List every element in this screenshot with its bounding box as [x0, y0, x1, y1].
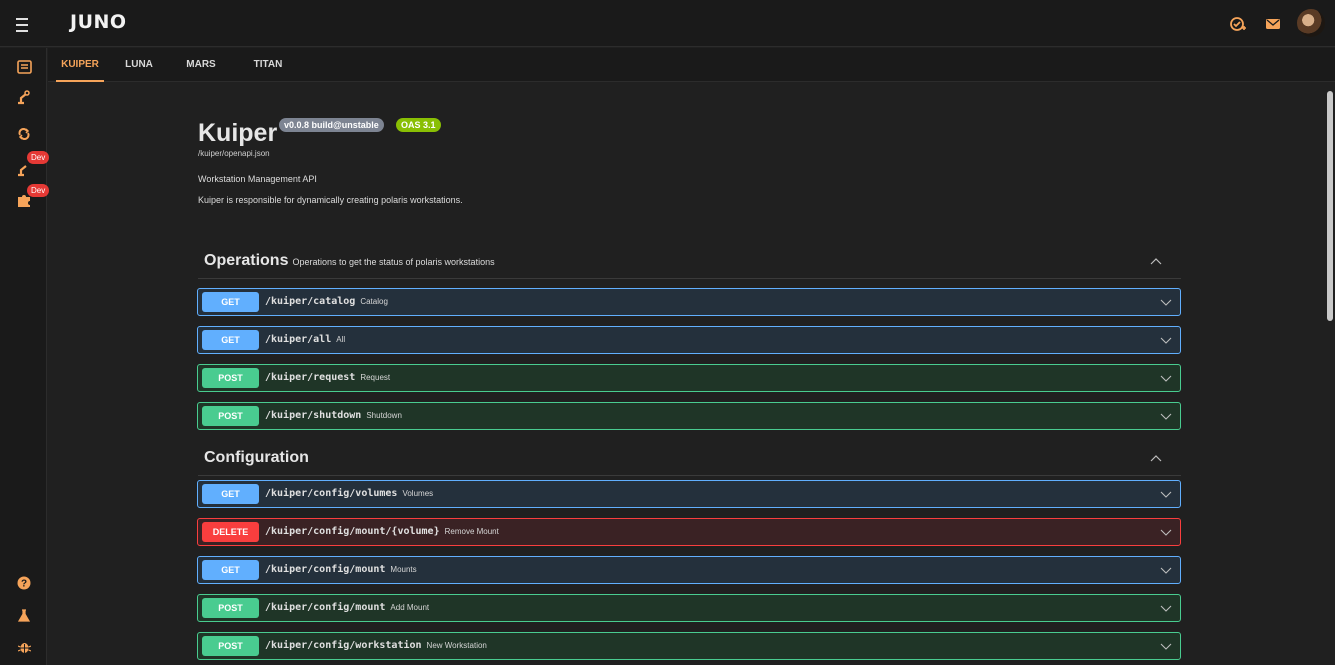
- robot-arm-icon[interactable]: [13, 86, 35, 108]
- user-avatar[interactable]: [1297, 9, 1325, 37]
- operation-path: /kuiper/catalog: [265, 296, 356, 307]
- tab-titan[interactable]: TITAN: [246, 48, 290, 82]
- operation-summary: Catalog: [360, 297, 388, 306]
- method-badge: GET: [202, 484, 259, 504]
- operation-path: /kuiper/request: [265, 372, 356, 383]
- scrollbar-thumb[interactable]: [1327, 91, 1333, 321]
- service-tabs: KUIPER LUNA MARS TITAN: [48, 48, 1335, 82]
- operation-path: /kuiper/config/workstation: [265, 640, 422, 651]
- operation-row[interactable]: GET /kuiper/catalog Catalog: [197, 288, 1181, 316]
- bug-icon[interactable]: [13, 636, 35, 658]
- method-badge: POST: [202, 368, 259, 388]
- list-icon[interactable]: [13, 56, 35, 78]
- operation-path: /kuiper/shutdown: [265, 410, 362, 421]
- chevron-down-icon[interactable]: [1160, 410, 1172, 422]
- operation-summary: Mounts: [390, 565, 417, 574]
- section-operations[interactable]: Operations Operations to get the status o…: [198, 245, 1181, 279]
- operation-summary: Add Mount: [390, 603, 430, 612]
- operation-summary: All: [336, 335, 346, 344]
- method-badge: POST: [202, 406, 259, 426]
- section-title: Operations: [204, 252, 289, 269]
- operation-path: /kuiper/all: [265, 334, 332, 345]
- chevron-up-icon[interactable]: [1149, 255, 1163, 269]
- operation-summary: New Workstation: [426, 641, 487, 650]
- tab-luna[interactable]: LUNA: [122, 48, 156, 82]
- operation-row[interactable]: POST /kuiper/config/workstation New Works…: [197, 632, 1181, 660]
- method-badge: DELETE: [202, 522, 259, 542]
- method-badge: POST: [202, 598, 259, 618]
- api-title: Kuiper: [198, 119, 278, 147]
- refresh-icon[interactable]: [13, 123, 35, 145]
- tab-mars[interactable]: MARS: [184, 48, 218, 82]
- method-badge: GET: [202, 560, 259, 580]
- operation-path: /kuiper/config/mount/{volume}: [265, 526, 440, 537]
- chevron-down-icon[interactable]: [1160, 526, 1172, 538]
- chevron-up-icon[interactable]: [1149, 452, 1163, 466]
- dev-badge: Dev: [27, 151, 50, 164]
- operation-summary: Shutdown: [366, 411, 402, 420]
- menu-icon[interactable]: [14, 14, 30, 32]
- app-logo[interactable]: JUNO: [70, 11, 127, 33]
- flask-icon[interactable]: [13, 604, 35, 626]
- operation-path: /kuiper/config/mount: [265, 564, 386, 575]
- version-badge: v0.0.8 build@unstable: [279, 118, 384, 132]
- chevron-down-icon[interactable]: [1160, 602, 1172, 614]
- help-icon[interactable]: ?: [13, 572, 35, 594]
- operation-row[interactable]: POST /kuiper/config/mount Add Mount: [197, 594, 1181, 622]
- api-description: Kuiper is responsible for dynamically cr…: [198, 195, 463, 205]
- operation-path: /kuiper/config/volumes: [265, 488, 398, 499]
- operation-summary: Remove Mount: [444, 527, 499, 536]
- operation-row[interactable]: GET /kuiper/config/mount Mounts: [197, 556, 1181, 584]
- task-check-icon[interactable]: [1227, 13, 1249, 35]
- spec-url-link[interactable]: /kuiper/openapi.json: [198, 149, 270, 158]
- swagger-content: Kuiper v0.0.8 build@unstable OAS 3.1 /ku…: [48, 83, 1325, 665]
- tab-kuiper[interactable]: KUIPER: [56, 48, 104, 82]
- operation-row[interactable]: POST /kuiper/shutdown Shutdown: [197, 402, 1181, 430]
- method-badge: GET: [202, 330, 259, 350]
- sidebar: Dev Dev ?: [0, 48, 50, 665]
- operation-row[interactable]: GET /kuiper/config/volumes Volumes: [197, 480, 1181, 508]
- section-description: Operations to get the status of polaris …: [292, 257, 495, 267]
- operation-row[interactable]: POST /kuiper/request Request: [197, 364, 1181, 392]
- method-badge: POST: [202, 636, 259, 656]
- oas-badge: OAS 3.1: [396, 118, 441, 132]
- vertical-scrollbar[interactable]: [1325, 83, 1335, 665]
- section-title: Configuration: [204, 449, 309, 466]
- chevron-down-icon[interactable]: [1160, 372, 1172, 384]
- operation-summary: Volumes: [402, 489, 434, 498]
- chevron-down-icon[interactable]: [1160, 296, 1172, 308]
- svg-text:?: ?: [21, 579, 27, 590]
- section-configuration[interactable]: Configuration: [198, 442, 1181, 476]
- mail-icon[interactable]: [1262, 13, 1284, 35]
- chevron-down-icon[interactable]: [1160, 564, 1172, 576]
- api-summary: Workstation Management API: [198, 174, 317, 184]
- chevron-down-icon[interactable]: [1160, 640, 1172, 652]
- chevron-down-icon[interactable]: [1160, 488, 1172, 500]
- operation-row[interactable]: GET /kuiper/all All: [197, 326, 1181, 354]
- operation-summary: Request: [360, 373, 391, 382]
- operation-row[interactable]: DELETE /kuiper/config/mount/{volume} Remo…: [197, 518, 1181, 546]
- chevron-down-icon[interactable]: [1160, 334, 1172, 346]
- top-app-bar: JUNO: [0, 0, 1335, 47]
- operation-path: /kuiper/config/mount: [265, 602, 386, 613]
- dev-badge: Dev: [27, 184, 50, 197]
- method-badge: GET: [202, 292, 259, 312]
